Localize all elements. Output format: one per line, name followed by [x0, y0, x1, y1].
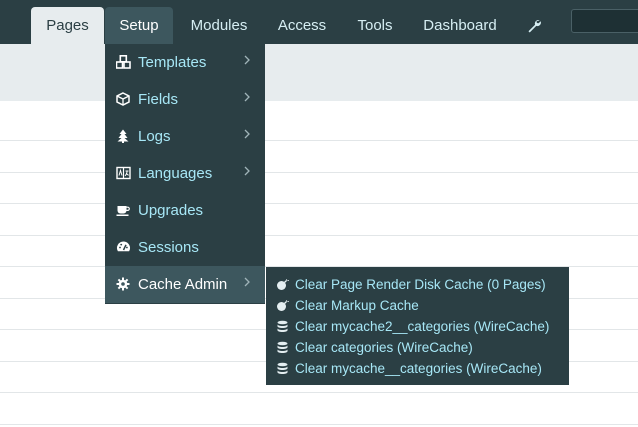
cubes-icon: [115, 55, 131, 69]
menu-item-languages[interactable]: Languages: [105, 155, 265, 192]
bomb-icon: [276, 278, 289, 291]
submenu-item-clear-markup-cache[interactable]: Clear Markup Cache: [266, 295, 569, 316]
chevron-right-icon: [243, 275, 253, 291]
dashboard-icon: [116, 240, 130, 254]
submenu-item-label: Clear mycache__categories (WireCache): [295, 361, 542, 376]
database-icon: [276, 362, 289, 375]
tree-icon: [116, 129, 130, 143]
submenu-item-label: Clear mycache2__categories (WireCache): [295, 319, 550, 334]
cube-icon: [116, 92, 130, 106]
list-row-divider: [0, 140, 638, 141]
chevron-right-icon: [243, 90, 253, 106]
submenu-item-label: Clear Page Render Disk Cache (0 Pages): [295, 277, 546, 292]
menu-item-label: Fields: [138, 91, 179, 108]
database-icon: [276, 341, 289, 354]
submenu-item-label: Clear Markup Cache: [295, 298, 419, 313]
menu-item-label: Cache Admin: [138, 276, 228, 293]
menu-item-label: Sessions: [138, 239, 199, 256]
list-row-divider: [0, 424, 638, 425]
database-icon: [276, 320, 289, 333]
chevron-right-icon: [243, 127, 253, 143]
gear-icon: [116, 277, 130, 291]
cache-admin-submenu: Clear Page Render Disk Cache (0 Pages) C…: [266, 267, 569, 385]
menu-item-label: Upgrades: [138, 202, 204, 219]
tab-pages[interactable]: Pages: [31, 7, 104, 44]
submenu-item-clear-mycache-categories[interactable]: Clear mycache__categories (WireCache): [266, 358, 569, 379]
header-band: [0, 44, 638, 101]
coffee-icon: [116, 203, 130, 217]
menu-item-logs[interactable]: Logs: [105, 118, 265, 155]
tab-setup[interactable]: Setup: [105, 7, 173, 44]
menu-item-label: Logs: [138, 128, 171, 145]
chevron-right-icon: [243, 53, 253, 69]
menu-item-templates[interactable]: Templates: [105, 44, 265, 81]
menu-item-label: Languages: [138, 165, 213, 182]
language-icon: [116, 166, 131, 180]
wrench-icon[interactable]: [518, 0, 550, 44]
menu-item-cache-admin[interactable]: Cache Admin: [105, 266, 265, 303]
tab-dashboard[interactable]: Dashboard: [412, 0, 508, 44]
submenu-item-label: Clear categories (WireCache): [295, 340, 473, 355]
submenu-item-clear-categories[interactable]: Clear categories (WireCache): [266, 337, 569, 358]
search-input[interactable]: [571, 9, 638, 33]
list-row-divider: [0, 172, 638, 173]
top-nav: Pages Setup Modules Access Tools Dashboa…: [0, 0, 638, 44]
chevron-right-icon: [243, 164, 253, 180]
list-row-divider: [0, 203, 638, 204]
tab-modules[interactable]: Modules: [180, 0, 258, 44]
tab-access[interactable]: Access: [268, 0, 336, 44]
setup-dropdown: Templates Fields Logs Languages Upgrades…: [105, 44, 265, 304]
menu-item-sessions[interactable]: Sessions: [105, 229, 265, 266]
menu-item-fields[interactable]: Fields: [105, 81, 265, 118]
submenu-item-clear-mycache2-categories[interactable]: Clear mycache2__categories (WireCache): [266, 316, 569, 337]
list-row-divider: [0, 235, 638, 236]
tab-tools[interactable]: Tools: [347, 0, 403, 44]
submenu-item-clear-page-render-cache[interactable]: Clear Page Render Disk Cache (0 Pages): [266, 274, 569, 295]
bomb-icon: [276, 299, 289, 312]
list-row-divider: [0, 392, 638, 393]
menu-item-upgrades[interactable]: Upgrades: [105, 192, 265, 229]
menu-item-label: Templates: [138, 54, 207, 71]
